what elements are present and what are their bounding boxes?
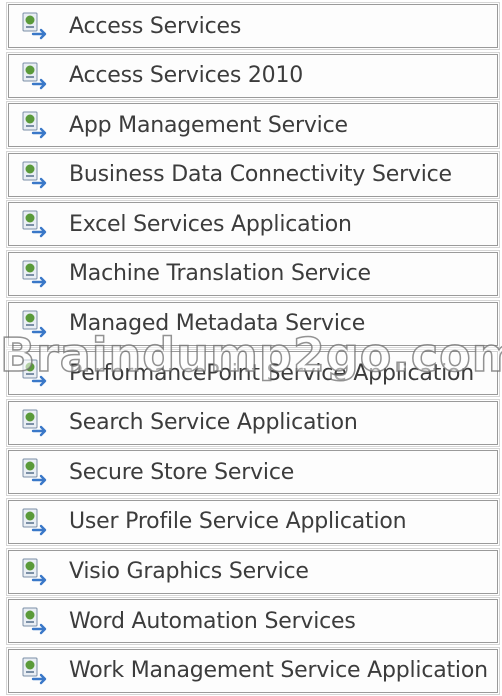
- service-item-search-service-application[interactable]: Search Service Application: [6, 398, 500, 447]
- service-item-excel-services-application[interactable]: Excel Services Application: [6, 200, 500, 249]
- service-item-performancepoint-service-application[interactable]: PerformancePoint Service Application: [6, 349, 500, 398]
- service-item-label: Machine Translation Service: [69, 261, 371, 287]
- service-application-icon: [22, 409, 47, 436]
- service-item-label: Search Service Application: [69, 410, 358, 436]
- service-application-icon: [22, 12, 47, 40]
- service-application-icon: [22, 558, 47, 585]
- service-application-list: Access Services Access Services 2010 App…: [6, 2, 500, 695]
- service-item-visio-graphics-service[interactable]: Visio Graphics Service: [6, 547, 500, 596]
- service-item-app-management-service[interactable]: App Management Service: [6, 101, 500, 150]
- service-item-business-data-connectivity-service[interactable]: Business Data Connectivity Service: [6, 150, 500, 199]
- service-item-secure-store-service[interactable]: Secure Store Service: [6, 448, 500, 497]
- service-item-machine-translation-service[interactable]: Machine Translation Service: [6, 249, 500, 298]
- service-item-label: Access Services: [69, 13, 242, 39]
- service-application-icon: [22, 260, 47, 288]
- service-item-label: App Management Service: [69, 112, 348, 138]
- service-application-icon: [22, 310, 47, 337]
- service-item-label: Work Management Service Application: [69, 658, 488, 684]
- service-application-icon: [22, 657, 47, 684]
- service-item-managed-metadata-service[interactable]: Managed Metadata Service: [6, 299, 500, 348]
- service-application-icon: [22, 359, 47, 387]
- service-item-access-services[interactable]: Access Services: [6, 2, 500, 50]
- service-application-icon: [22, 210, 47, 238]
- service-item-access-services-2010[interactable]: Access Services 2010: [6, 51, 500, 100]
- service-item-label: Secure Store Service: [69, 459, 295, 485]
- service-item-work-management-service-application[interactable]: Work Management Service Application: [6, 646, 500, 695]
- service-item-user-profile-service-application[interactable]: User Profile Service Application: [6, 497, 500, 546]
- service-application-icon: [22, 111, 47, 139]
- service-application-icon: [22, 62, 47, 89]
- service-item-label: PerformancePoint Service Application: [69, 360, 475, 386]
- service-item-label: User Profile Service Application: [69, 509, 407, 535]
- service-item-label: Excel Services Application: [69, 211, 352, 237]
- service-application-icon: [22, 458, 47, 486]
- service-application-icon: [22, 607, 47, 635]
- service-item-word-automation-services[interactable]: Word Automation Services: [6, 597, 500, 646]
- service-application-icon: [22, 508, 47, 536]
- service-item-label: Access Services 2010: [69, 63, 304, 89]
- service-item-label: Business Data Connectivity Service: [69, 162, 452, 188]
- service-application-icon: [22, 161, 47, 188]
- service-item-label: Visio Graphics Service: [69, 559, 309, 585]
- service-item-label: Managed Metadata Service: [69, 311, 366, 337]
- service-item-label: Word Automation Services: [69, 608, 356, 634]
